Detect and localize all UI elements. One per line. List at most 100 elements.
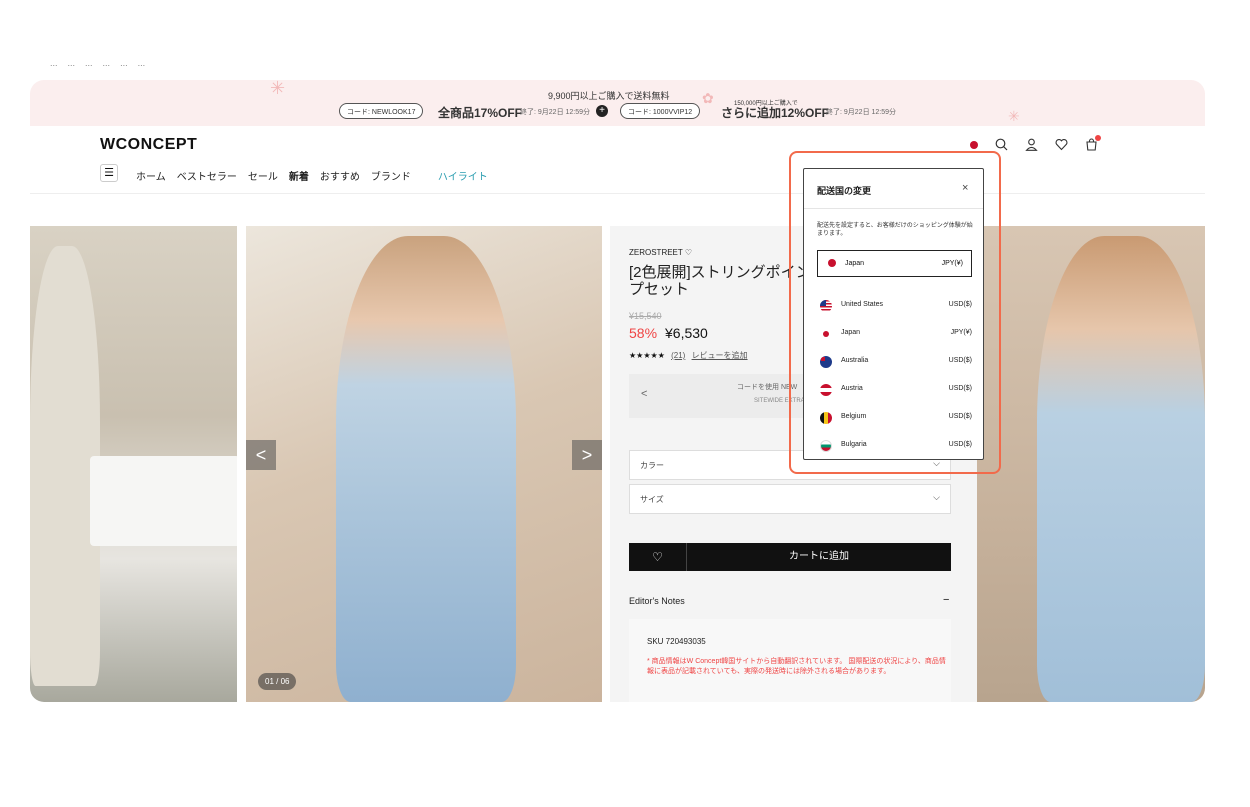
country-currency: USD($) — [948, 441, 972, 448]
product-image-right — [977, 226, 1205, 702]
country-name: Austria — [841, 385, 863, 392]
austria-flag-icon — [820, 384, 832, 396]
table-image — [90, 456, 237, 546]
model-figure — [1037, 236, 1205, 702]
country-name: United States — [841, 301, 884, 308]
brand-name[interactable]: ZEROSTREET ♡ — [629, 248, 692, 257]
flower-deco-icon: ✳ — [270, 80, 286, 98]
country-currency: USD($) — [948, 385, 972, 392]
nav-item-home[interactable]: ホーム — [136, 168, 166, 183]
star-icons: ★★★★★ — [629, 351, 665, 360]
shipping-country-modal: 配送国の変更 × 配送先を設定すると、お客様だけのショッピング体験が始まります。… — [803, 168, 984, 460]
editors-notes-title[interactable]: Editor's Notes — [629, 596, 685, 606]
nav-item-highlight[interactable]: ハイライト — [438, 168, 488, 183]
gallery-counter: 01 / 06 — [258, 673, 297, 690]
promo-deadline-1: 終了: 9月22日 12:59分 — [520, 109, 591, 116]
original-price: ¥15,540 — [629, 311, 662, 321]
selected-country: Japan — [845, 260, 865, 267]
country-name: Belgium — [841, 413, 867, 420]
flower-deco-icon: ✿ — [702, 90, 714, 106]
model-figure — [336, 236, 516, 702]
japan-flag-icon[interactable] — [970, 141, 978, 149]
heart-icon[interactable] — [1054, 138, 1068, 152]
product-image-left — [30, 226, 237, 702]
chevron-down-icon: ⌵ — [933, 492, 940, 502]
promo-shipping-text: 9,900円以上ご購入で送料無料 — [548, 91, 670, 101]
add-to-cart-button[interactable]: カートに追加 — [687, 543, 951, 571]
color-select-label: カラー — [640, 461, 664, 470]
bookmark-item[interactable]: ... — [103, 58, 111, 72]
review-count[interactable]: (21) — [671, 351, 685, 360]
country-option[interactable]: United States USD($) — [817, 298, 972, 314]
translation-warning: * 商品情報はW Concept韓国サイトから自動翻訳されています。 国際配送の… — [647, 658, 946, 675]
product-image-main: < > 01 / 06 — [246, 226, 602, 702]
site-header: WCONCEPT ☰ ホーム ベストセラー セール 新着 おすすめ ブランド ハ… — [30, 126, 1205, 194]
selected-currency: JPY(¥) — [941, 260, 963, 267]
nav-item-bestseller[interactable]: ベストセラー — [177, 168, 237, 183]
promo-code-1[interactable]: コード: NEWLOOK17 — [339, 103, 424, 119]
cart-icon[interactable] — [1084, 135, 1101, 152]
plus-icon: + — [596, 105, 608, 117]
bookmark-item[interactable]: ... — [120, 58, 128, 72]
bookmark-item[interactable]: ... — [138, 58, 146, 72]
belgium-flag-icon — [820, 412, 832, 424]
modal-header: 配送国の変更 × — [804, 169, 983, 209]
flower-deco-icon: ✳ — [1008, 108, 1020, 124]
cart-badge — [1095, 135, 1101, 141]
country-currency: USD($) — [948, 413, 972, 420]
japan-flag-icon — [820, 328, 832, 340]
cart-actions: ♡ カートに追加 — [629, 543, 951, 571]
search-icon[interactable] — [994, 138, 1008, 152]
nav-item-recommend[interactable]: おすすめ — [320, 168, 360, 183]
collapse-icon[interactable]: − — [943, 594, 949, 606]
gallery-next-button[interactable]: > — [572, 440, 602, 470]
country-currency: USD($) — [948, 357, 972, 364]
coupon-prev-button[interactable]: < — [641, 388, 647, 400]
japan-flag-icon — [828, 259, 836, 267]
promo-code-2[interactable]: コード: 1000VVIP12 — [620, 103, 701, 119]
user-icon[interactable] — [1024, 138, 1038, 152]
promo-offer-2: さらに追加12%OFF — [721, 106, 830, 120]
editors-notes-body: SKU 720493035 * 商品情報はW Concept韓国サイトから自動翻… — [629, 619, 951, 702]
country-name: Bulgaria — [841, 441, 867, 448]
size-select[interactable]: サイズ ⌵ — [629, 484, 951, 514]
country-name: Australia — [841, 357, 869, 364]
bookmarks-bar: ... ... ... ... ... ... — [50, 58, 145, 72]
promo-deadline-2: 終了: 9月22日 12:59分 — [826, 109, 897, 116]
main-nav: ホーム ベストセラー セール 新着 おすすめ ブランド ハイライト — [136, 168, 488, 183]
bookmark-item[interactable]: ... — [68, 58, 76, 72]
wishlist-button[interactable]: ♡ — [629, 543, 687, 571]
site-logo[interactable]: WCONCEPT — [100, 136, 197, 154]
promo-banner: ✳ ✿ ✳ 9,900円以上ご購入で送料無料 150,000円以上ご購入で コー… — [30, 80, 1205, 126]
hamburger-menu-icon[interactable]: ☰ — [100, 164, 118, 182]
country-currency: USD($) — [948, 301, 972, 308]
modal-description: 配送先を設定すると、お客様だけのショッピング体験が始まります。 — [817, 223, 973, 237]
modal-title: 配送国の変更 — [817, 186, 872, 196]
discount-rate: 58% — [629, 325, 658, 341]
header-icons — [970, 135, 1101, 152]
bookmark-item[interactable]: ... — [50, 58, 58, 72]
us-flag-icon — [820, 300, 832, 312]
country-option[interactable]: Bulgaria USD($) — [817, 438, 972, 454]
country-select[interactable]: Japan JPY(¥) — [817, 250, 972, 277]
country-option[interactable]: Belgium USD($) — [817, 410, 972, 426]
bulgaria-flag-icon — [820, 440, 832, 452]
sale-price: ¥6,530 — [665, 325, 708, 341]
nav-item-sale[interactable]: セール — [248, 168, 278, 183]
bookmark-item[interactable]: ... — [85, 58, 93, 72]
sku-text: SKU 720493035 — [647, 637, 706, 646]
gallery-prev-button[interactable]: < — [246, 440, 276, 470]
country-currency: JPY(¥) — [950, 329, 972, 336]
country-option[interactable]: Japan JPY(¥) — [817, 326, 972, 342]
country-option[interactable]: Australia USD($) — [817, 354, 972, 370]
country-option[interactable]: Austria USD($) — [817, 382, 972, 398]
page-frame: ✳ ✿ ✳ 9,900円以上ご購入で送料無料 150,000円以上ご購入で コー… — [30, 80, 1205, 702]
australia-flag-icon — [820, 356, 832, 368]
country-name: Japan — [841, 329, 861, 336]
close-icon[interactable]: × — [962, 182, 968, 194]
size-select-label: サイズ — [640, 495, 664, 504]
nav-item-brand[interactable]: ブランド — [371, 168, 411, 183]
add-review-link[interactable]: レビューを追加 — [692, 351, 748, 360]
promo-offer-1: 全商品17%OFF — [438, 106, 523, 120]
nav-item-new[interactable]: 新着 — [289, 168, 309, 183]
